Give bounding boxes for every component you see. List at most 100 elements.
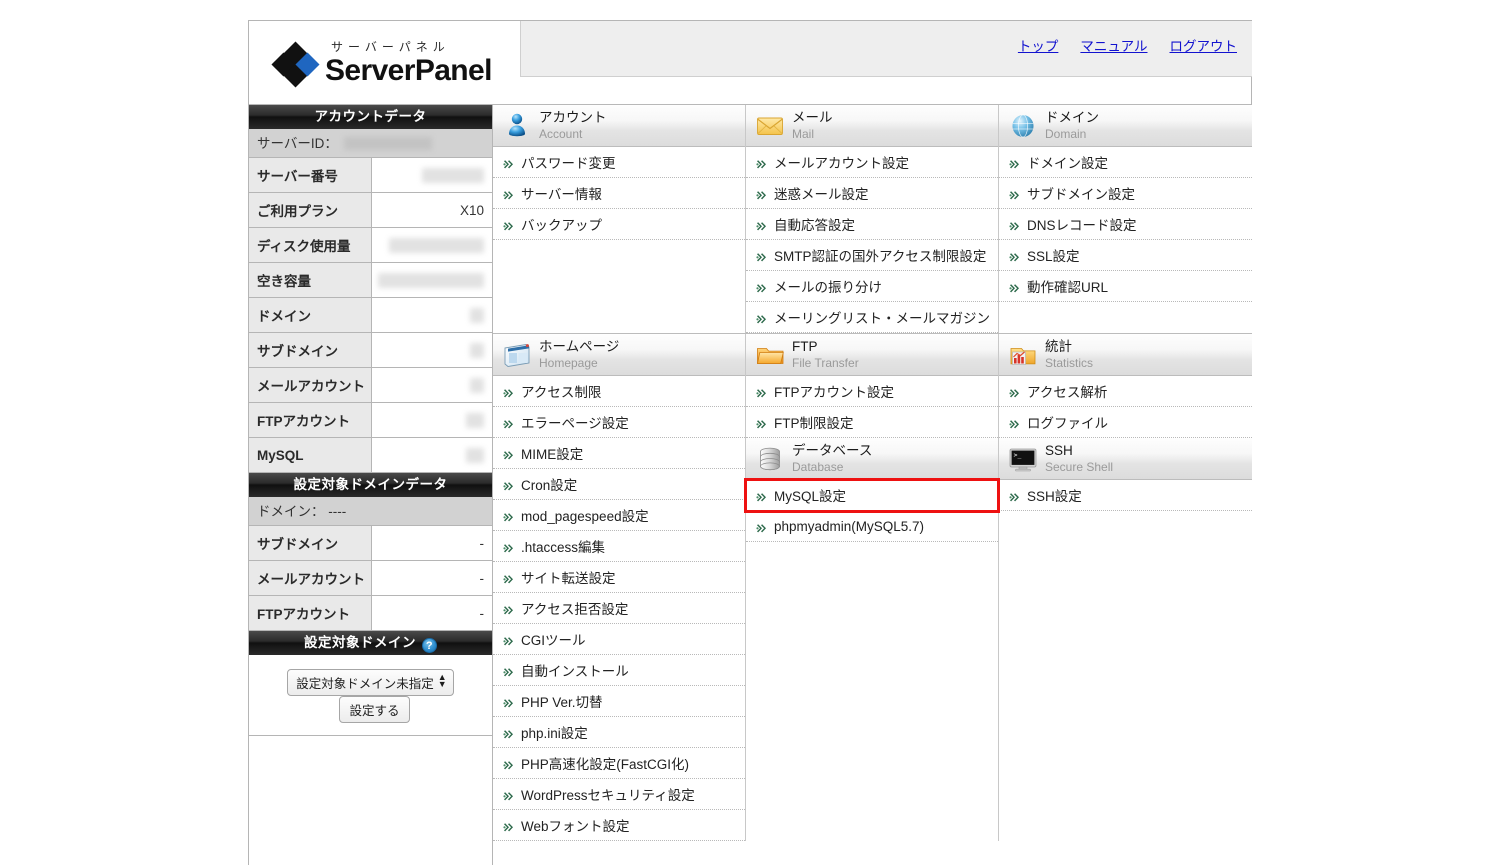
arrow-bullet-icon [503,573,514,584]
menu-item[interactable]: メーリングリスト・メールマガジン [746,302,998,333]
menu-item[interactable]: ログファイル [999,407,1252,438]
category-title-jp: SSH [1045,443,1073,459]
set-domain-button[interactable]: 設定する [339,696,410,723]
redacted-value [470,307,484,323]
target-domain-row-label: サブドメイン [249,526,372,560]
sidebar: アカウントデータ サーバーID： サーバー番号 ご利用プラン X10 ディスク使用量空… [249,105,493,865]
redacted-value [470,377,484,393]
menu-item[interactable]: アクセス拒否設定 [493,593,745,624]
menu-item[interactable]: エラーページ設定 [493,407,745,438]
database-icon [755,444,785,474]
account-data-row-value [372,158,492,192]
account-data-row-label: FTPアカウント [249,403,372,437]
menu-item[interactable]: メールアカウント設定 [746,147,998,178]
menu-item[interactable]: SSH設定 [999,480,1252,511]
menu-item-label: 迷惑メール設定 [774,187,869,202]
redacted-value [466,412,484,428]
menu-item[interactable]: mod_pagespeed設定 [493,500,745,531]
homepage-icon [502,340,532,370]
category-item-list: ドメイン設定 サブドメイン設定 DNSレコード設定 SSL設定 動作確認URL [999,147,1252,302]
serverpanel-window: サーバーパネル ServerPanel トップ マニュアル ログアウト アカウン… [248,20,1252,865]
menu-item[interactable]: メールの振り分け [746,271,998,302]
category-title-en: Database [792,459,844,474]
menu-item-highlighted[interactable]: MySQL設定 [744,478,1000,513]
menu-item[interactable]: .htaccess編集 [493,531,745,562]
menu-item[interactable]: Webフォント設定 [493,810,745,841]
category-item-list: アクセス解析 ログファイル [999,376,1252,438]
menu-item[interactable]: MIME設定 [493,438,745,469]
menu-item[interactable]: WordPressセキュリティ設定 [493,779,745,810]
menu-item-label: ログファイル [1027,416,1108,431]
arrow-bullet-icon [1009,491,1020,502]
account-data-row-value [372,228,492,262]
menu-item[interactable]: phpmyadmin(MySQL5.7) [746,511,998,542]
category-column: ドメイン Domain ドメイン設定 サブドメイン設定 DNSレコード設定 SSL… [999,105,1252,333]
menu-item[interactable]: サブドメイン設定 [999,178,1252,209]
category-title-en: Statistics [1045,355,1094,370]
menu-item[interactable]: パスワード変更 [493,147,745,178]
category-item-list: パスワード変更 サーバー情報 バックアップ [493,147,745,240]
menu-item[interactable]: ドメイン設定 [999,147,1252,178]
domain-select[interactable]: 設定対象ドメイン未指定 ▲ ▼ [287,669,454,696]
arrow-bullet-icon [1009,282,1020,293]
account-data-row: サーバー番号 [249,158,492,193]
manual-link[interactable]: マニュアル [1080,35,1147,55]
account-data-row-label: MySQL [249,438,372,472]
menu-item-label: アクセス制限 [521,385,602,400]
menu-item[interactable]: 迷惑メール設定 [746,178,998,209]
category-item-list: メールアカウント設定 迷惑メール設定 自動応答設定 SMTP認証の国外アクセス制… [746,147,998,333]
account-data-row-label: ドメイン [249,298,372,332]
menu-item[interactable]: DNSレコード設定 [999,209,1252,240]
menu-item-label: PHP Ver.切替 [521,695,603,710]
menu-item[interactable]: PHP高速化設定(FastCGI化) [493,748,745,779]
menu-item-label: DNSレコード設定 [1027,218,1137,233]
menu-item[interactable]: CGIツール [493,624,745,655]
menu-item[interactable]: 自動応答設定 [746,209,998,240]
logout-link[interactable]: ログアウト [1170,35,1238,55]
arrow-bullet-icon [503,697,514,708]
redacted-value [466,447,484,463]
arrow-bullet-icon [503,220,514,231]
menu-item[interactable]: SMTP認証の国外アクセス制限設定 [746,240,998,271]
account-data-row-label: メールアカウント [249,368,372,402]
menu-item-label: Cron設定 [521,478,578,493]
menu-item[interactable]: サーバー情報 [493,178,745,209]
help-icon[interactable]: ? [422,638,437,653]
category-column: メール Mail メールアカウント設定 迷惑メール設定 自動応答設定 SMTP認証… [746,105,999,333]
account-data-row-value [372,438,492,472]
category-header: データベース Database [746,438,998,480]
arrow-bullet-icon [756,282,767,293]
category-header: FTP File Transfer [746,334,998,376]
menu-item[interactable]: PHP Ver.切替 [493,686,745,717]
arrow-bullet-icon [756,313,767,324]
category-header: アカウント Account [493,105,745,147]
menu-item[interactable]: php.ini設定 [493,717,745,748]
menu-item-label: SMTP認証の国外アクセス制限設定 [774,249,987,264]
logo-wordmark: ServerPanel [325,54,492,87]
menu-item[interactable]: バックアップ [493,209,745,240]
menu-item[interactable]: 動作確認URL [999,271,1252,302]
menu-item[interactable]: SSL設定 [999,240,1252,271]
menu-item[interactable]: アクセス制限 [493,376,745,407]
arrow-bullet-icon [756,522,767,533]
server-id-label: サーバーID： [257,135,338,151]
menu-item-label: FTP制限設定 [774,416,854,431]
menu-item[interactable]: Cron設定 [493,469,745,500]
menu-item-label: Webフォント設定 [521,819,630,834]
menu-item-label: サーバー情報 [521,187,602,202]
menu-item[interactable]: アクセス解析 [999,376,1252,407]
account-data-row-value: X10 [372,193,492,227]
target-domain-title-text: 設定対象ドメイン [304,635,416,650]
account-data-row: ご利用プラン X10 [249,193,492,228]
account-data-row: ディスク使用量 [249,228,492,263]
menu-item[interactable]: 自動インストール [493,655,745,686]
menu-item[interactable]: サイト転送設定 [493,562,745,593]
menu-item[interactable]: FTPアカウント設定 [746,376,998,407]
menu-item[interactable]: FTP制限設定 [746,407,998,438]
top-link[interactable]: トップ [1018,35,1059,55]
account-data-row-value [372,333,492,367]
target-domain-row: ドメイン： ---- [249,497,492,526]
serverpanel-logo[interactable]: サーバーパネル ServerPanel [271,31,519,93]
account-data-rows: サーバー番号 ご利用プラン X10 ディスク使用量 空き容量 ドメイン サブドメイン メールア… [249,158,492,473]
main-content: アカウント Account パスワード変更 サーバー情報 バックアップ メール Ma… [493,105,1252,865]
